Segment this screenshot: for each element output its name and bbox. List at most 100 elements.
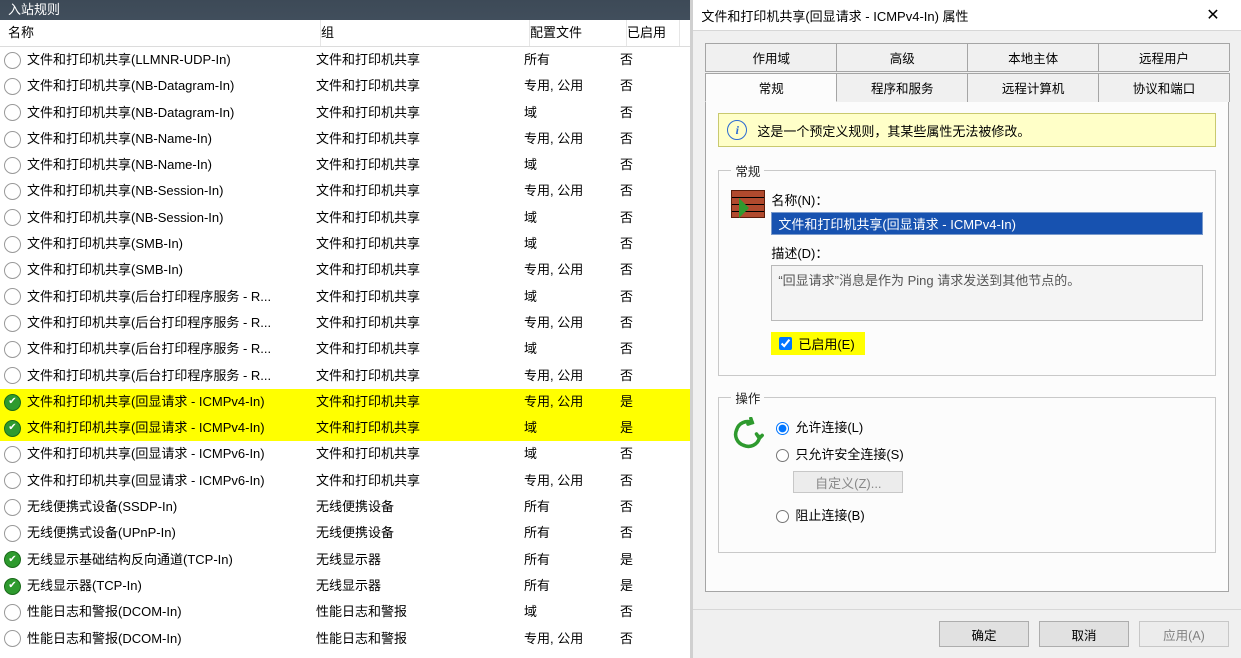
enabled-checkbox[interactable] xyxy=(779,337,792,350)
rule-enabled: 否 xyxy=(620,231,672,257)
table-row[interactable]: 文件和打印机共享(NB-Datagram-In)文件和打印机共享专用, 公用否 xyxy=(0,73,690,99)
rule-profile: 专用, 公用 xyxy=(524,257,620,283)
table-row[interactable]: ✔文件和打印机共享(回显请求 - ICMPv4-In)文件和打印机共享域是 xyxy=(0,415,690,441)
rule-profile: 所有 xyxy=(524,547,620,573)
rule-list[interactable]: 文件和打印机共享(LLMNR-UDP-In)文件和打印机共享所有否文件和打印机共… xyxy=(0,47,690,658)
radio-allow-row[interactable]: 允许连接(L) xyxy=(771,417,1203,436)
disabled-icon xyxy=(4,52,21,69)
table-row[interactable]: 文件和打印机共享(后台打印程序服务 - R...文件和打印机共享专用, 公用否 xyxy=(0,310,690,336)
radio-block-row[interactable]: 阻止连接(B) xyxy=(771,505,1203,524)
col-header-group[interactable]: 组 xyxy=(321,20,530,46)
table-row[interactable]: 文件和打印机共享(SMB-In)文件和打印机共享专用, 公用否 xyxy=(0,257,690,283)
cancel-button[interactable]: 取消 xyxy=(1039,621,1129,647)
table-row[interactable]: 文件和打印机共享(LLMNR-UDP-In)文件和打印机共享所有否 xyxy=(0,47,690,73)
rule-profile: 域 xyxy=(524,231,620,257)
radio-secure[interactable] xyxy=(776,449,789,462)
radio-secure-label: 只允许安全连接(S) xyxy=(795,444,903,463)
rule-group: 文件和打印机共享 xyxy=(316,205,524,231)
tab-作用域[interactable]: 作用域 xyxy=(705,43,837,71)
description-textarea[interactable] xyxy=(771,265,1203,321)
rule-enabled: 否 xyxy=(620,336,672,362)
rule-profile: 域 xyxy=(524,100,620,126)
disabled-icon xyxy=(4,604,21,621)
rule-name: 文件和打印机共享(后台打印程序服务 - R... xyxy=(27,363,271,389)
name-input[interactable] xyxy=(771,212,1203,235)
table-row[interactable]: 文件和打印机共享(后台打印程序服务 - R...文件和打印机共享专用, 公用否 xyxy=(0,363,690,389)
tab-远程计算机[interactable]: 远程计算机 xyxy=(967,73,1099,102)
rule-enabled: 否 xyxy=(620,626,672,652)
tab-常规[interactable]: 常规 xyxy=(705,73,837,102)
rule-profile: 域 xyxy=(524,205,620,231)
rule-profile: 所有 xyxy=(524,573,620,599)
rule-enabled: 否 xyxy=(620,126,672,152)
radio-allow[interactable] xyxy=(776,422,789,435)
recycle-icon xyxy=(731,417,765,451)
table-row[interactable]: 文件和打印机共享(回显请求 - ICMPv6-In)文件和打印机共享域否 xyxy=(0,441,690,467)
rule-profile: 所有 xyxy=(524,47,620,73)
tab-程序和服务[interactable]: 程序和服务 xyxy=(836,73,968,102)
legend-general: 常规 xyxy=(731,161,764,180)
tab-协议和端口[interactable]: 协议和端口 xyxy=(1098,73,1230,102)
table-row[interactable]: 文件和打印机共享(SMB-In)文件和打印机共享域否 xyxy=(0,231,690,257)
rule-group: 文件和打印机共享 xyxy=(316,47,524,73)
rule-profile: 专用, 公用 xyxy=(524,389,620,415)
rule-profile: 域 xyxy=(524,415,620,441)
rule-name: 文件和打印机共享(后台打印程序服务 - R... xyxy=(27,284,271,310)
table-row[interactable]: 性能日志和警报(DCOM-In)性能日志和警报专用, 公用否 xyxy=(0,626,690,652)
col-header-profile[interactable]: 配置文件 xyxy=(530,20,627,46)
enabled-icon: ✔ xyxy=(4,578,21,595)
predefined-rule-info: i 这是一个预定义规则，其某些属性无法被修改。 xyxy=(718,113,1216,147)
table-row[interactable]: ✔无线显示器(TCP-In)无线显示器所有是 xyxy=(0,573,690,599)
table-row[interactable]: ✔无线显示基础结构反向通道(TCP-In)无线显示器所有是 xyxy=(0,547,690,573)
disabled-icon xyxy=(4,131,21,148)
table-row[interactable]: 文件和打印机共享(后台打印程序服务 - R...文件和打印机共享域否 xyxy=(0,336,690,362)
rule-name: 文件和打印机共享(LLMNR-UDP-In) xyxy=(27,47,231,73)
disabled-icon xyxy=(4,525,21,542)
table-row[interactable]: 文件和打印机共享(回显请求 - ICMPv6-In)文件和打印机共享专用, 公用… xyxy=(0,468,690,494)
rule-enabled: 是 xyxy=(620,573,672,599)
rule-group: 无线显示器 xyxy=(316,573,524,599)
rule-enabled: 否 xyxy=(620,310,672,336)
table-row[interactable]: 无线便携式设备(SSDP-In)无线便携设备所有否 xyxy=(0,494,690,520)
table-row[interactable]: 文件和打印机共享(NB-Name-In)文件和打印机共享域否 xyxy=(0,152,690,178)
rule-profile: 专用, 公用 xyxy=(524,178,620,204)
disabled-icon xyxy=(4,236,21,253)
rule-group: 文件和打印机共享 xyxy=(316,73,524,99)
table-row[interactable]: 文件和打印机共享(NB-Datagram-In)文件和打印机共享域否 xyxy=(0,100,690,126)
rule-name: 文件和打印机共享(SMB-In) xyxy=(27,257,183,283)
col-header-enabled[interactable]: 已启用 xyxy=(627,20,680,46)
tab-远程用户[interactable]: 远程用户 xyxy=(1098,43,1230,71)
rule-enabled: 是 xyxy=(620,547,672,573)
table-row[interactable]: 文件和打印机共享(NB-Session-In)文件和打印机共享专用, 公用否 xyxy=(0,178,690,204)
rule-enabled: 否 xyxy=(620,152,672,178)
enabled-checkbox-wrap[interactable]: 已启用(E) xyxy=(771,332,864,355)
rule-profile: 所有 xyxy=(524,494,620,520)
table-row[interactable]: 无线便携式设备(UPnP-In)无线便携设备所有否 xyxy=(0,520,690,546)
rule-profile: 专用, 公用 xyxy=(524,363,620,389)
rule-enabled: 否 xyxy=(620,257,672,283)
ok-button[interactable]: 确定 xyxy=(939,621,1029,647)
table-row[interactable]: 文件和打印机共享(后台打印程序服务 - R...文件和打印机共享域否 xyxy=(0,284,690,310)
table-row[interactable]: 性能日志和警报(DCOM-In)性能日志和警报域否 xyxy=(0,599,690,625)
table-row[interactable]: ✔文件和打印机共享(回显请求 - ICMPv4-In)文件和打印机共享专用, 公… xyxy=(0,389,690,415)
disabled-icon xyxy=(4,315,21,332)
rule-enabled: 否 xyxy=(620,363,672,389)
rule-enabled: 否 xyxy=(620,599,672,625)
tab-content-general: i 这是一个预定义规则，其某些属性无法被修改。 常规 xyxy=(705,101,1229,592)
table-row[interactable]: 文件和打印机共享(NB-Name-In)文件和打印机共享专用, 公用否 xyxy=(0,126,690,152)
rule-group: 性能日志和警报 xyxy=(316,626,524,652)
disabled-icon xyxy=(4,78,21,95)
disabled-icon xyxy=(4,630,21,647)
rule-profile: 域 xyxy=(524,152,620,178)
radio-block[interactable] xyxy=(776,510,789,523)
rule-profile: 专用, 公用 xyxy=(524,126,620,152)
rule-name: 文件和打印机共享(SMB-In) xyxy=(27,231,183,257)
info-text: 这是一个预定义规则，其某些属性无法被修改。 xyxy=(757,121,1030,140)
close-icon[interactable]: ✕ xyxy=(1193,5,1233,25)
table-row[interactable]: 文件和打印机共享(NB-Session-In)文件和打印机共享域否 xyxy=(0,205,690,231)
tab-本地主体[interactable]: 本地主体 xyxy=(967,43,1099,71)
radio-secure-row[interactable]: 只允许安全连接(S) xyxy=(771,444,1203,463)
rule-enabled: 是 xyxy=(620,415,672,441)
col-header-name[interactable]: 名称 xyxy=(0,20,321,46)
tab-高级[interactable]: 高级 xyxy=(836,43,968,71)
